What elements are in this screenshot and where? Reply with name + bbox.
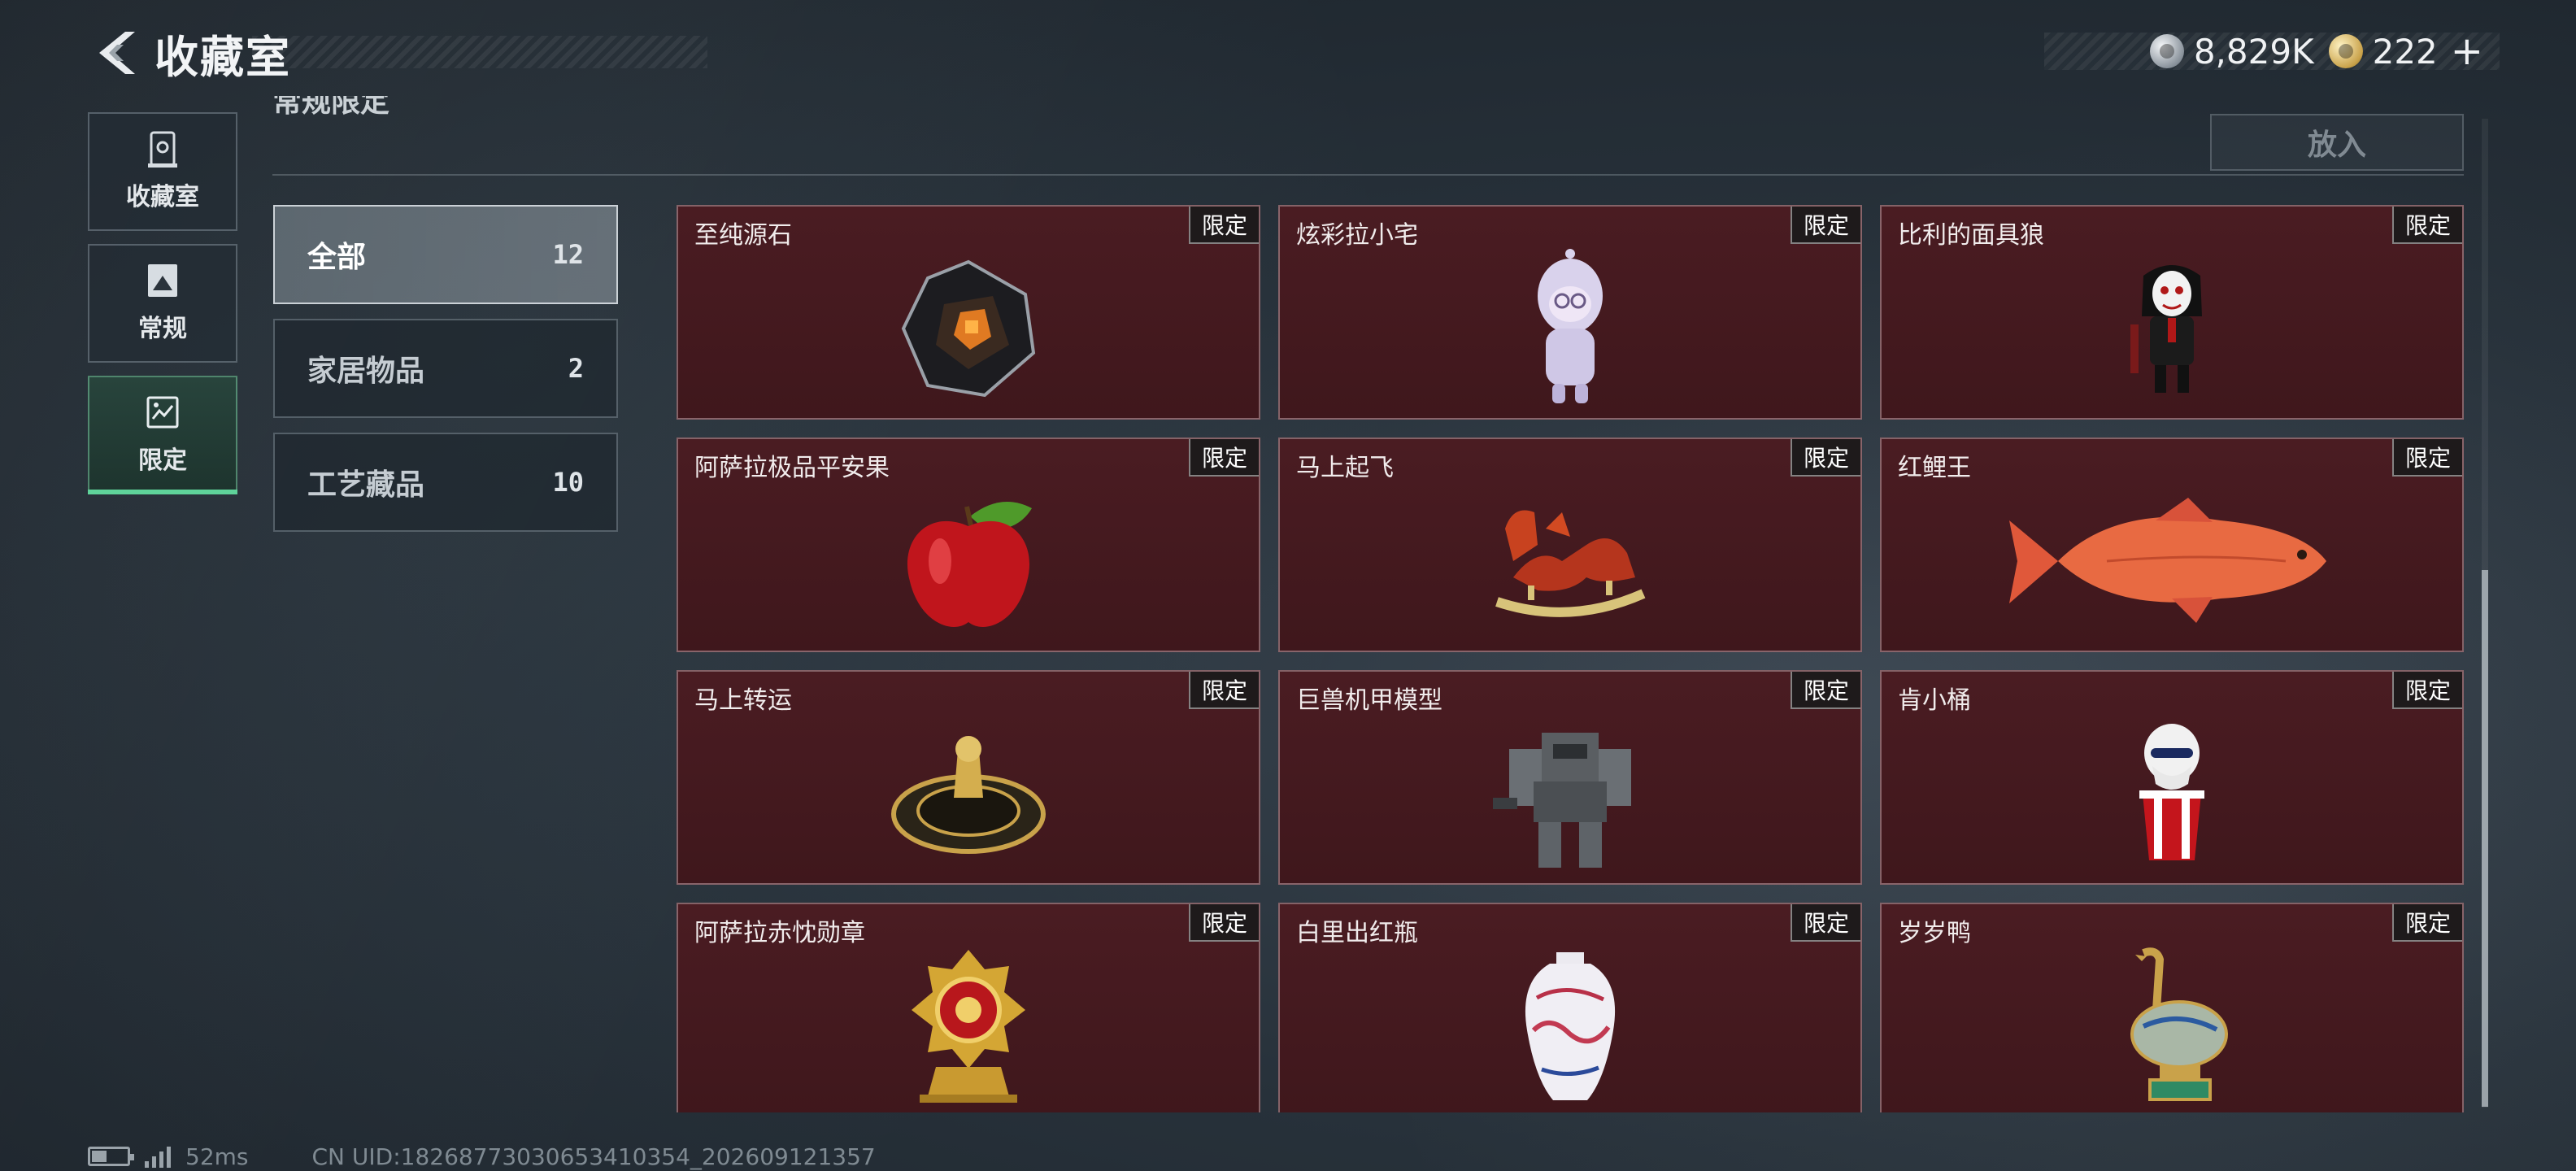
signal-icon — [145, 1145, 171, 1168]
collection-card[interactable]: 马上起飞 限定 — [1278, 437, 1862, 652]
section-title: 常规限定 — [272, 96, 390, 119]
category-label: 工艺藏品 — [307, 468, 425, 502]
gold-currency-value: 222 — [2372, 31, 2438, 72]
collection-card[interactable]: 岁岁鸭 限定 — [1880, 903, 2464, 1112]
trophy-case-icon — [145, 131, 181, 168]
silver-coin-icon — [2149, 34, 2184, 68]
nav-item-label: 收藏室 — [126, 183, 199, 211]
header-bar: 收藏室 8,829K 222 + — [0, 0, 2576, 106]
collection-card[interactable]: 白里出红瓶 限定 — [1278, 903, 1862, 1112]
duck-statue-icon — [1882, 937, 2462, 1112]
category-count: 12 — [552, 239, 584, 270]
vase-icon — [1280, 937, 1860, 1112]
category-list: 全部 12 家居物品 2 工艺藏品 10 — [273, 205, 618, 546]
deposit-button[interactable]: 放入 — [2210, 114, 2464, 171]
grid-scrollbar[interactable] — [2482, 119, 2488, 1108]
silver-currency-value: 8,829K — [2193, 31, 2314, 72]
grid-scrollbar-thumb[interactable] — [2482, 570, 2488, 1107]
category-crafts[interactable]: 工艺藏品 10 — [273, 433, 618, 532]
nav-item-label: 限定 — [138, 446, 187, 475]
category-home-items[interactable]: 家居物品 2 — [273, 319, 618, 418]
collection-card[interactable]: 红鲤王 限定 — [1880, 437, 2464, 652]
page-title-area: 收藏室 — [154, 26, 707, 83]
side-nav: 收藏室 常规 限定 — [88, 112, 237, 507]
section-divider — [272, 174, 2464, 176]
koi-fish-icon — [1882, 472, 2462, 651]
medal-icon — [678, 937, 1259, 1112]
collection-card[interactable]: 比利的面具狼 限定 — [1880, 205, 2464, 420]
category-count: 10 — [552, 467, 584, 498]
fortune-wheel-icon — [678, 704, 1259, 883]
collection-card[interactable]: 至纯源石 限定 — [677, 205, 1260, 420]
battery-icon — [88, 1147, 134, 1166]
nav-item-regular[interactable]: 常规 — [88, 244, 237, 363]
collection-grid: 至纯源石 限定 炫彩拉小宅 限定 比利的面具狼 限定 阿萨拉极品平安果 限定 马… — [677, 205, 2465, 1112]
category-label: 全部 — [307, 241, 367, 274]
title-decor-stripe — [252, 36, 707, 68]
category-count: 2 — [568, 353, 584, 384]
page-title: 收藏室 — [154, 31, 291, 83]
collection-card[interactable]: 炫彩拉小宅 限定 — [1278, 205, 1862, 420]
mech-model-icon — [1280, 704, 1860, 883]
figurine-icon — [1280, 239, 1860, 418]
collection-card[interactable]: 肯小桶 限定 — [1880, 670, 2464, 885]
collection-card[interactable]: 马上转运 限定 — [677, 670, 1260, 885]
ping-value: 52ms — [185, 1143, 249, 1170]
limited-frame-icon — [145, 394, 181, 432]
bucket-figure-icon — [1882, 704, 2462, 883]
collection-card[interactable]: 阿萨拉赤忱勋章 限定 — [677, 903, 1260, 1112]
currency-bar: 8,829K 222 + — [2044, 28, 2500, 74]
rocking-horse-icon — [1280, 472, 1860, 651]
crystal-icon — [678, 239, 1259, 418]
back-arrow-icon — [99, 32, 135, 74]
apple-icon — [678, 472, 1259, 651]
category-label: 家居物品 — [307, 355, 425, 388]
add-currency-button[interactable]: + — [2451, 28, 2483, 74]
collection-card[interactable]: 阿萨拉极品平安果 限定 — [677, 437, 1260, 652]
mask-puppet-icon — [1882, 239, 2462, 418]
status-footer: 52ms CN UID:18268773030653410354_2026091… — [88, 1143, 876, 1170]
nav-item-label: 常规 — [138, 315, 187, 343]
photo-frame-icon — [145, 263, 181, 300]
uid-text: CN UID:18268773030653410354_202609121357 — [311, 1143, 876, 1170]
category-all[interactable]: 全部 12 — [273, 205, 618, 304]
nav-item-limited[interactable]: 限定 — [88, 376, 237, 494]
back-button[interactable] — [81, 24, 146, 81]
gold-coin-icon — [2328, 34, 2363, 68]
gold-currency[interactable]: 222 + — [2328, 28, 2483, 74]
silver-currency[interactable]: 8,829K — [2149, 31, 2314, 72]
nav-item-collection-room[interactable]: 收藏室 — [88, 112, 237, 231]
collection-card[interactable]: 巨兽机甲模型 限定 — [1278, 670, 1862, 885]
